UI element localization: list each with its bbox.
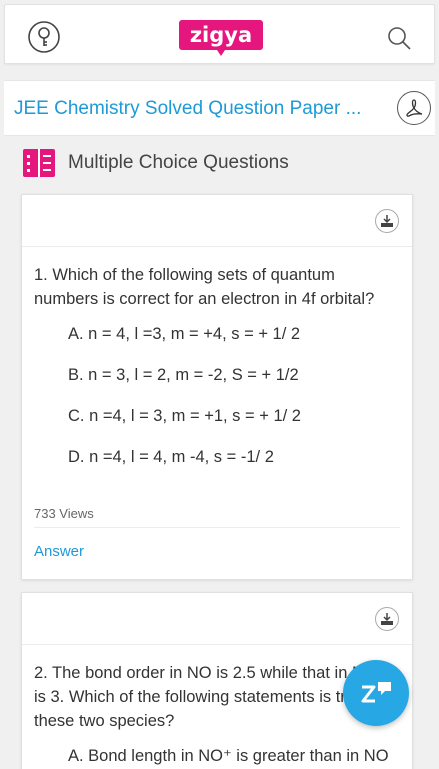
divider — [34, 527, 400, 528]
download-button[interactable] — [375, 607, 399, 631]
question-text: 1. Which of the following sets of quantu… — [34, 266, 375, 308]
option-c[interactable]: C. n =4, l = 3, m = +1, s = + 1/ 2 — [68, 405, 412, 446]
top-app-bar: zigya — [4, 4, 435, 64]
option-a[interactable]: A. n = 4, l =3, m = +4, s = + 1/ 2 — [68, 323, 412, 364]
zigya-logo[interactable]: zigya — [177, 17, 265, 57]
key-help-icon[interactable] — [27, 20, 61, 54]
zigya-chat-icon — [361, 682, 391, 703]
download-icon — [381, 215, 393, 227]
option-a[interactable]: A. Bond length in NO⁺ is greater than in… — [68, 745, 412, 769]
view-count: 733 Views — [34, 506, 94, 521]
question-card: 1. Which of the following sets of quantu… — [21, 194, 413, 580]
options-list: A. Bond length in NO⁺ is greater than in… — [22, 745, 412, 769]
paper-title-bar: JEE Chemistry Solved Question Paper ... — [4, 80, 435, 136]
search-icon[interactable] — [386, 25, 412, 51]
pdf-icon — [406, 99, 423, 117]
download-button[interactable] — [375, 209, 399, 233]
card-header — [22, 593, 412, 645]
answer-link[interactable]: Answer — [34, 543, 84, 560]
chat-fab-button[interactable] — [343, 660, 409, 726]
section-title: Multiple Choice Questions — [68, 152, 289, 173]
book-list-icon — [23, 149, 55, 177]
logo-text: zigya — [190, 23, 252, 47]
page-title[interactable]: JEE Chemistry Solved Question Paper ... — [14, 98, 361, 120]
card-header — [22, 195, 412, 247]
options-list: A. n = 4, l =3, m = +4, s = + 1/ 2 B. n … — [22, 323, 412, 487]
section-heading: Multiple Choice Questions — [22, 146, 289, 180]
option-d[interactable]: D. n =4, l = 4, m -4, s = -1/ 2 — [68, 446, 412, 487]
download-icon — [381, 613, 393, 625]
option-b[interactable]: B. n = 3, l = 2, m = -2, S = + 1/2 — [68, 364, 412, 405]
pdf-download-button[interactable] — [397, 91, 431, 125]
